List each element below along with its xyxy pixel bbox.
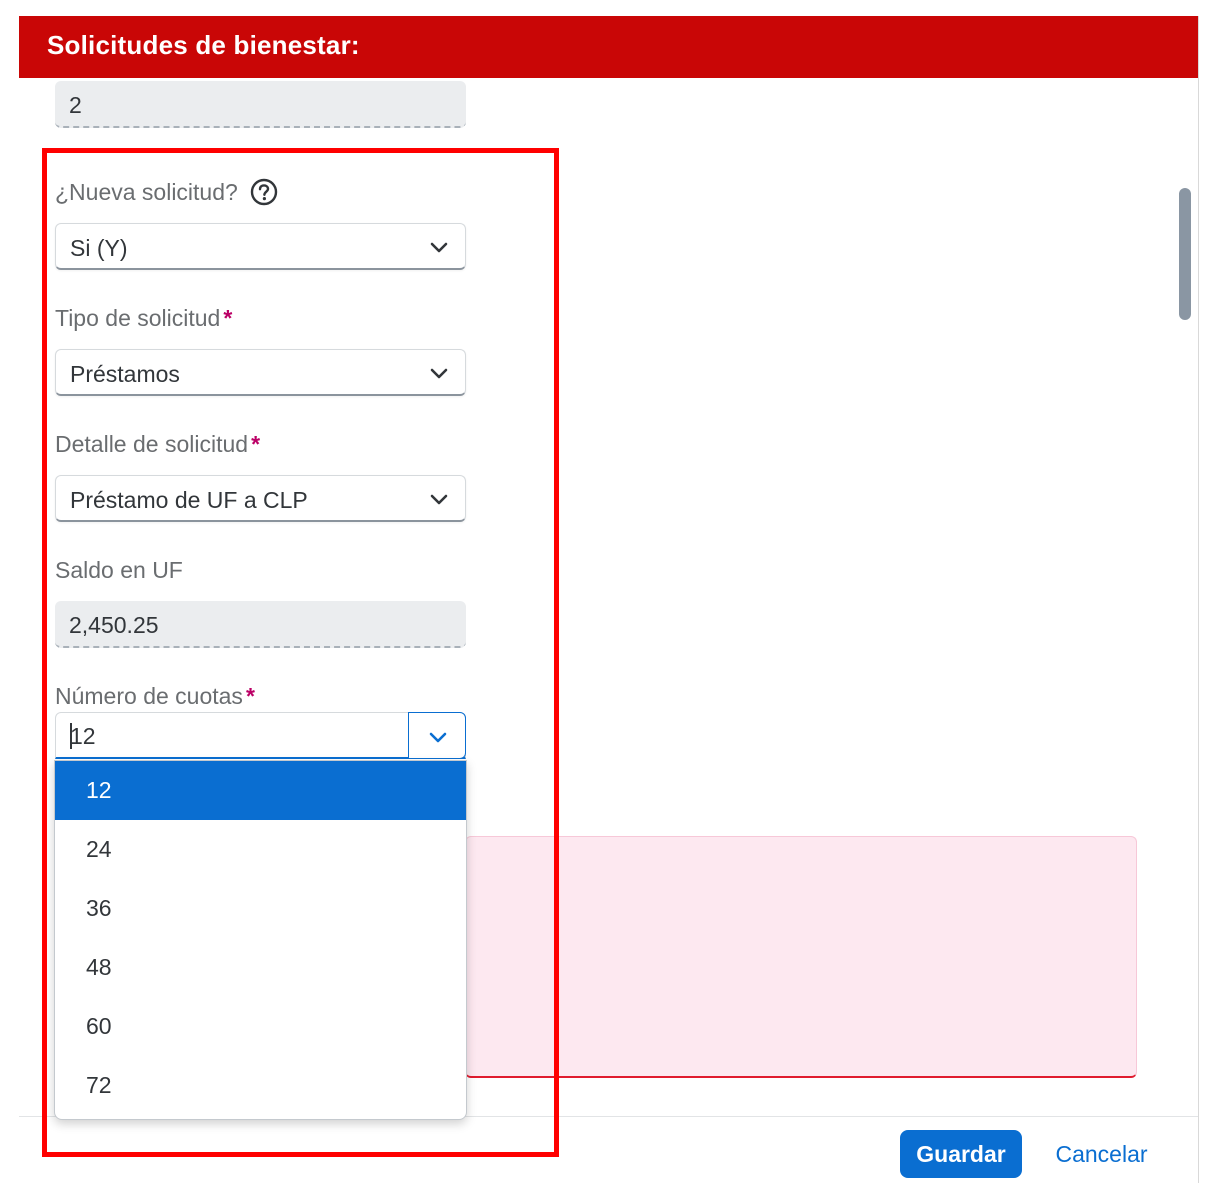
numero-cuotas-combobox[interactable]: 12 (55, 712, 466, 759)
dialog-footer: Guardar Cancelar (19, 1116, 1198, 1183)
numero-cuotas-options-list[interactable]: 12 24 36 48 60 72 (54, 760, 467, 1120)
cancel-button[interactable]: Cancelar (1039, 1130, 1164, 1178)
top-readonly-field: 2 (55, 81, 466, 128)
dialog-title: Solicitudes de bienestar: (47, 30, 360, 60)
nueva-solicitud-value: Si (Y) (70, 235, 128, 261)
detalle-solicitud-value: Préstamo de UF a CLP (70, 487, 308, 513)
chevron-down-icon (430, 242, 448, 253)
chevron-down-icon (429, 732, 447, 743)
form-scroll-area[interactable]: 2 ¿Nueva solicitud? Si (Y) Tipo de solic… (19, 78, 1198, 1120)
nueva-solicitud-select[interactable]: Si (Y) (55, 223, 466, 270)
nueva-solicitud-label: ¿Nueva solicitud? (55, 178, 278, 206)
option-item[interactable]: 12 (55, 761, 466, 820)
option-item[interactable]: 48 (55, 938, 466, 997)
tipo-solicitud-select[interactable]: Préstamos (55, 349, 466, 396)
detalle-solicitud-select[interactable]: Préstamo de UF a CLP (55, 475, 466, 522)
dialog: Solicitudes de bienestar: 2 ¿Nueva solic… (19, 16, 1199, 1183)
chevron-down-icon (430, 494, 448, 505)
numero-cuotas-input[interactable]: 12 (70, 723, 96, 750)
numero-cuotas-label: Número de cuotas * (55, 683, 255, 709)
scrollbar-thumb[interactable] (1179, 188, 1191, 320)
numero-cuotas-dropdown-button[interactable] (408, 712, 466, 759)
option-item[interactable]: 72 (55, 1056, 466, 1115)
error-message-area (465, 836, 1137, 1078)
dialog-header: Solicitudes de bienestar: (19, 16, 1198, 78)
required-mark: * (251, 431, 261, 457)
tipo-solicitud-value: Préstamos (70, 361, 180, 387)
top-field-value: 2 (69, 92, 82, 118)
option-item[interactable]: 60 (55, 997, 466, 1056)
saldo-uf-label: Saldo en UF (55, 557, 183, 583)
help-icon[interactable] (250, 178, 278, 206)
option-item[interactable]: 36 (55, 879, 466, 938)
detalle-solicitud-label: Detalle de solicitud * (55, 431, 261, 457)
tipo-solicitud-label: Tipo de solicitud * (55, 305, 233, 331)
saldo-uf-value: 2,450.25 (69, 612, 159, 638)
option-item[interactable]: 24 (55, 820, 466, 879)
chevron-down-icon (430, 368, 448, 379)
saldo-uf-field: 2,450.25 (55, 601, 466, 648)
required-mark: * (223, 305, 233, 331)
required-mark: * (245, 683, 255, 709)
save-button[interactable]: Guardar (900, 1130, 1022, 1178)
